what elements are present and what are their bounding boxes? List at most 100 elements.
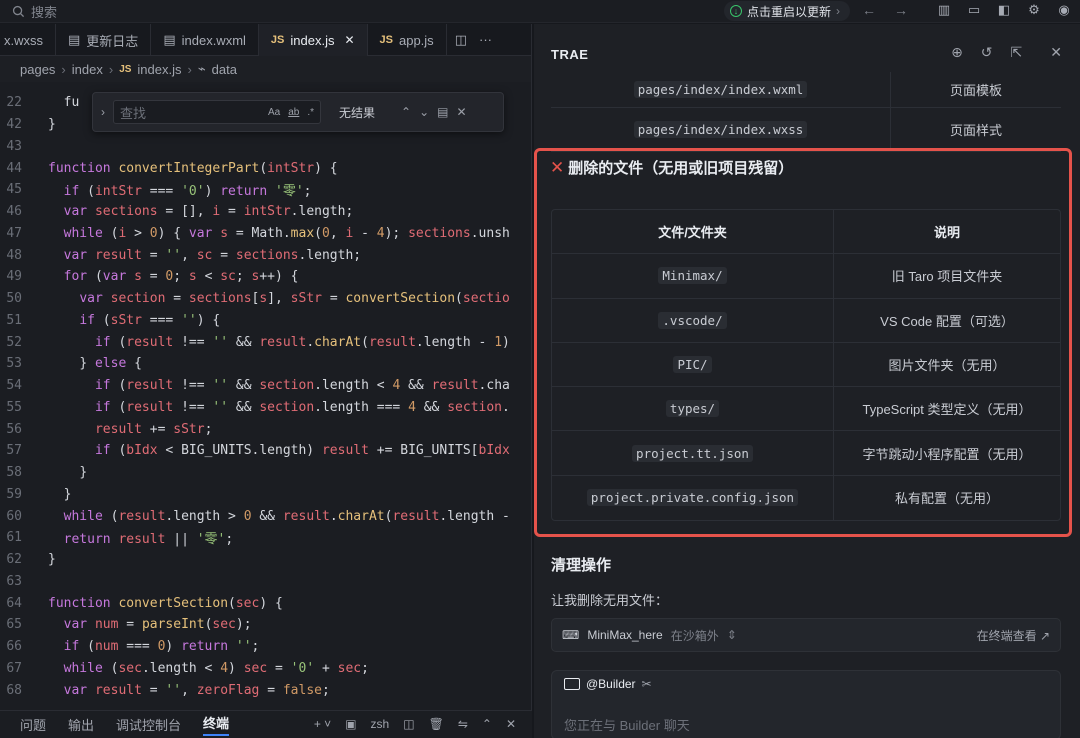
line-number: 54 — [6, 378, 22, 394]
line-source: while (result.length > 0 && result.charA… — [63, 508, 510, 524]
breadcrumb-item[interactable]: index — [72, 62, 103, 77]
code-line[interactable]: 63 — [0, 571, 532, 593]
line-number: 59 — [6, 486, 22, 502]
code-line[interactable]: 58 } — [0, 462, 532, 484]
back-arrow-icon[interactable]: ← — [862, 2, 876, 18]
new-terminal-icon[interactable]: + ˅ — [314, 717, 331, 731]
settings-gear-icon[interactable]: ⚙ — [1026, 2, 1042, 18]
code-line[interactable]: 61 return result || '零'; — [0, 527, 532, 549]
next-match-icon[interactable]: ⌄ — [419, 105, 429, 119]
line-number: 46 — [6, 204, 22, 220]
code-line[interactable]: 62} — [0, 549, 532, 571]
column-header-desc: 说明 — [933, 225, 960, 241]
code-line[interactable]: 54 if (result !== '' && section.length <… — [0, 375, 532, 397]
chat-input-box[interactable]: @Builder ✂ 您正在与 Builder 聊天 — [551, 670, 1061, 738]
trash-icon[interactable]: 🗑 — [429, 717, 444, 731]
code-line[interactable]: 43 — [0, 136, 532, 158]
tab-index-wxml[interactable]: ▤ index.wxml — [151, 24, 259, 56]
code-line[interactable]: 55 if (result !== '' && section.length =… — [0, 397, 532, 419]
find-result-count: 无结果 — [339, 105, 376, 120]
breadcrumb-item[interactable]: index.js — [137, 62, 181, 77]
code-line[interactable]: 60 while (result.length > 0 && result.ch… — [0, 505, 532, 527]
tab-wxss[interactable]: x.wxss — [0, 24, 56, 56]
regex-icon[interactable]: .* — [307, 107, 314, 118]
line-number: 53 — [6, 356, 22, 372]
forward-arrow-icon[interactable]: → — [894, 2, 908, 18]
find-input[interactable]: 查找 Aa ab .* — [113, 100, 321, 124]
line-number: 42 — [6, 117, 22, 133]
code-line[interactable]: 51 if (sStr === '') { — [0, 310, 532, 332]
panel-settings-icon[interactable]: ⇋ — [458, 717, 468, 731]
line-source: } — [48, 552, 56, 568]
close-icon[interactable]: ✕ — [1050, 44, 1062, 61]
line-source: var sections = [], i = intStr.length; — [63, 204, 354, 220]
expand-collapse-icon[interactable]: ⇕ — [727, 628, 737, 642]
code-line[interactable]: 52 if (result !== '' && result.charAt(re… — [0, 331, 532, 353]
tab-terminal[interactable]: 终端 — [203, 713, 230, 736]
toggle-replace-chevron-icon[interactable]: › — [101, 105, 105, 119]
previous-match-icon[interactable]: ⌃ — [401, 105, 411, 119]
ai-chat-panel: TRAE ⊕ ↺ ⇱ ✕ pages/index/index.wxml 页面模板… — [534, 24, 1080, 738]
code-line[interactable]: 67 while (sec.length < 4) sec = '0' + se… — [0, 658, 532, 680]
tab-app-js[interactable]: JS app.js — [368, 24, 447, 56]
global-search[interactable]: 搜索 — [12, 2, 57, 21]
breadcrumb-item[interactable]: pages — [20, 62, 55, 77]
line-source: } else { — [79, 356, 142, 372]
tab-problems[interactable]: 问题 — [20, 715, 46, 734]
line-number: 52 — [6, 334, 22, 350]
close-icon[interactable]: ✕ — [506, 717, 516, 731]
code-line[interactable]: 65 var num = parseInt(sec); — [0, 614, 532, 636]
open-external-icon[interactable]: ⇱ — [1011, 44, 1023, 61]
split-terminal-icon[interactable]: ◫ — [403, 717, 414, 731]
code-line[interactable]: 68 var result = '', zeroFlag = false; — [0, 679, 532, 701]
tab-changelog[interactable]: ▤ 更新日志 — [56, 24, 152, 56]
tab-label: app.js — [398, 32, 434, 48]
code-lines[interactable]: 22 fu 42} 43 44 function convertIntegerPart(… — [0, 92, 532, 704]
whole-word-icon[interactable]: ab — [288, 107, 299, 118]
close-icon[interactable]: ✕ — [456, 105, 466, 119]
code-line[interactable]: 66 if (num === 0) return ''; — [0, 636, 532, 658]
code-line[interactable]: 53 } else { — [0, 353, 532, 375]
code-line[interactable]: 48 var result = '', sc = sections.length… — [0, 244, 532, 266]
restart-label: 点击重启以更新 — [747, 4, 832, 19]
line-number: 45 — [6, 182, 22, 198]
chat-input-placeholder: 您正在与 Builder 聊天 — [564, 718, 690, 733]
code-line[interactable]: 57 if (bIdx < BIG_UNITS.length) result +… — [0, 440, 532, 462]
toggle-panel-icon[interactable]: ▭ — [966, 2, 982, 18]
toggle-sidebar-icon[interactable]: ▥ — [936, 2, 952, 18]
code-line[interactable]: 49 for (var s = 0; s < sc; s++) { — [0, 266, 532, 288]
code-line[interactable]: 46 var sections = [], i = intStr.length; — [0, 201, 532, 223]
new-chat-icon[interactable]: ⊕ — [951, 44, 963, 61]
match-case-icon[interactable]: Aa — [268, 107, 280, 118]
code-line[interactable]: 45 if (intStr === '0') return '零'; — [0, 179, 532, 201]
maximize-panel-icon[interactable]: ⌃ — [482, 717, 492, 731]
account-icon[interactable]: ◉ — [1056, 2, 1072, 18]
tab-label: index.wxml — [181, 32, 246, 48]
tab-debug-console[interactable]: 调试控制台 — [116, 715, 181, 734]
find-in-selection-icon[interactable]: ▤ — [437, 105, 448, 119]
code-line[interactable]: 64 function convertSection(sec) { — [0, 592, 532, 614]
agent-selector[interactable]: @Builder ✂ — [564, 677, 652, 691]
shell-name[interactable]: zsh — [371, 717, 390, 731]
file-path: project.private.config.json — [586, 489, 799, 507]
code-line[interactable]: 59 } — [0, 484, 532, 506]
code-line[interactable]: 47 while (i > 0) { var s = Math.max(0, i… — [0, 223, 532, 245]
history-icon[interactable]: ↺ — [981, 44, 993, 61]
terminal-command-card[interactable]: ⌨ MiniMax_here 在沙箱外 ⇕ 在终端查看 ↗ — [551, 618, 1061, 652]
restart-to-update-button[interactable]: ↓ 点击重启以更新 › — [724, 1, 851, 21]
split-editor-icon[interactable]: ◫ — [455, 32, 467, 48]
breadcrumb-item[interactable]: data — [212, 62, 237, 77]
sandbox-scope[interactable]: 在沙箱外 — [671, 627, 719, 644]
code-line[interactable]: 56 result += sStr; — [0, 418, 532, 440]
cross-mark-icon: ✕ — [550, 157, 565, 177]
code-line[interactable]: 50 var section = sections[s], sStr = con… — [0, 288, 532, 310]
tab-index-js[interactable]: JS index.js ✕ — [258, 24, 368, 56]
close-icon[interactable]: ✕ — [344, 33, 354, 47]
tools-icon[interactable]: ✂ — [642, 677, 652, 691]
view-in-terminal-link[interactable]: 在终端查看 ↗ — [977, 627, 1050, 644]
tab-output[interactable]: 输出 — [68, 715, 94, 734]
file-path: types/ — [665, 400, 720, 418]
toggle-right-panel-icon[interactable]: ◧ — [996, 2, 1012, 18]
more-actions-icon[interactable]: ··· — [479, 32, 492, 47]
code-line[interactable]: 44 function convertIntegerPart(intStr) { — [0, 157, 532, 179]
